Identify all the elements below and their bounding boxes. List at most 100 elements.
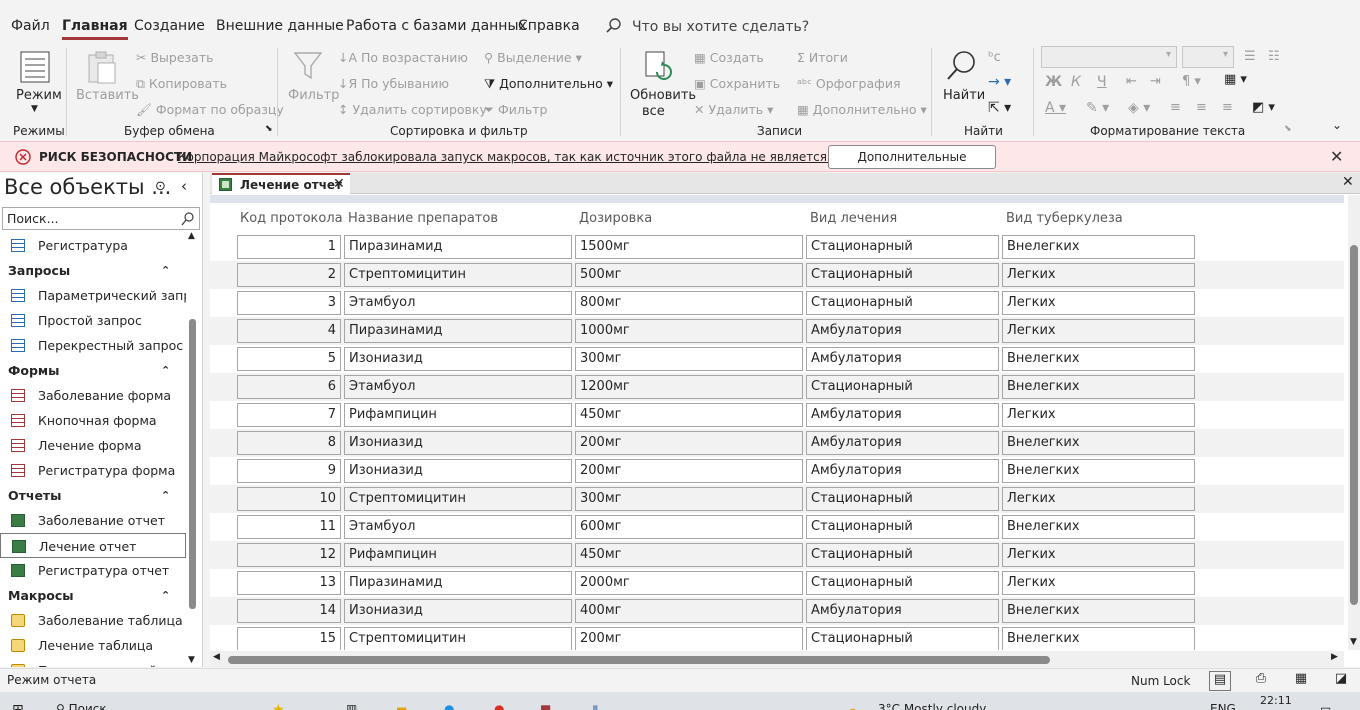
scroll-up-icon[interactable]: ▲ xyxy=(188,231,195,241)
report-cell[interactable]: 12 xyxy=(237,543,341,567)
nav-item-report[interactable]: Лечение отчет xyxy=(0,533,186,558)
numbering-icon[interactable]: ☷ xyxy=(1268,49,1280,64)
close-icon[interactable]: ✕ xyxy=(1330,147,1343,166)
report-cell[interactable]: Легких xyxy=(1002,543,1195,567)
report-cell[interactable]: 450мг xyxy=(575,403,803,427)
layout-view-icon[interactable]: ▦ xyxy=(1290,671,1312,691)
report-cell[interactable]: Внелегких xyxy=(1002,375,1195,399)
report-cell[interactable]: 1500мг xyxy=(575,235,803,259)
collapse-ribbon-icon[interactable]: ⌄ xyxy=(1332,118,1342,132)
nav-item-table[interactable]: Регистратура xyxy=(0,233,186,258)
font-size-dropdown[interactable]: ▾ xyxy=(1182,46,1234,68)
report-cell[interactable]: Стрептомицитин xyxy=(344,487,572,511)
nav-item-form[interactable]: Заболевание форма xyxy=(0,383,186,408)
report-cell[interactable]: Внелегких xyxy=(1002,599,1195,623)
report-cell[interactable]: Стационарный xyxy=(806,291,999,315)
report-cell[interactable]: Внелегких xyxy=(1002,627,1195,650)
report-cell[interactable]: Рифампицин xyxy=(344,403,572,427)
report-cell[interactable]: 400мг xyxy=(575,599,803,623)
advanced-filter-button[interactable]: ⧩ Дополнительно ▾ xyxy=(484,76,613,92)
report-cell[interactable]: Изониазид xyxy=(344,347,572,371)
find-button[interactable]: Найти xyxy=(940,48,985,122)
report-cell[interactable]: Пиразинамид xyxy=(344,571,572,595)
report-cell[interactable]: Стационарный xyxy=(806,487,999,511)
print-preview-icon[interactable]: ⎙ xyxy=(1250,671,1272,691)
vertical-scroll-thumb[interactable] xyxy=(1350,245,1358,605)
report-cell[interactable]: Легких xyxy=(1002,291,1195,315)
chevron-up-icon[interactable]: ⌃ xyxy=(161,483,170,508)
report-cell[interactable]: 1 xyxy=(237,235,341,259)
report-cell[interactable]: Изониазид xyxy=(344,431,572,455)
report-cell[interactable]: 11 xyxy=(237,515,341,539)
report-cell[interactable]: Стационарный xyxy=(806,235,999,259)
bold-button[interactable]: Ж xyxy=(1045,74,1062,90)
report-cell[interactable]: 300мг xyxy=(575,347,803,371)
scroll-down-icon[interactable]: ▼ xyxy=(188,655,195,665)
report-cell[interactable]: 6 xyxy=(237,375,341,399)
report-cell[interactable]: 200мг xyxy=(575,459,803,483)
nav-item-report[interactable]: Заболевание отчет xyxy=(0,508,186,533)
report-cell[interactable]: Стационарный xyxy=(806,515,999,539)
nav-item-crosstab[interactable]: Перекрестный запрос xyxy=(0,333,186,358)
menu-home[interactable]: Главная xyxy=(62,18,128,40)
app-icon[interactable]: ▮ xyxy=(592,702,599,710)
report-cell[interactable]: 10 xyxy=(237,487,341,511)
report-cell[interactable]: Этамбуол xyxy=(344,291,572,315)
report-horizontal-scrollbar[interactable]: ◀ ▶ xyxy=(210,651,1344,667)
nav-item-query[interactable]: Простой запрос xyxy=(0,308,186,333)
star-icon[interactable]: ★ xyxy=(272,702,285,710)
report-cell[interactable]: 600мг xyxy=(575,515,803,539)
new-record-button[interactable]: ▦ Создать xyxy=(694,50,764,65)
report-cell[interactable]: 450мг xyxy=(575,543,803,567)
report-cell[interactable]: 300мг xyxy=(575,487,803,511)
report-cell[interactable]: Изониазид xyxy=(344,459,572,483)
report-cell[interactable]: Изониазид xyxy=(344,599,572,623)
taskbar-search[interactable]: ⚲ Поиск xyxy=(56,702,107,710)
nav-dropdown-icon[interactable]: ⊙ xyxy=(155,179,166,194)
report-cell[interactable]: Рифампицин xyxy=(344,543,572,567)
report-cell[interactable]: Стационарный xyxy=(806,375,999,399)
sort-ascending-button[interactable]: ↓A По возрастанию xyxy=(338,50,468,65)
language-indicator[interactable]: ENG xyxy=(1210,702,1236,710)
report-cell[interactable]: Внелегких xyxy=(1002,347,1195,371)
nav-item-form[interactable]: Лечение форма xyxy=(0,433,186,458)
report-cell[interactable]: 1200мг xyxy=(575,375,803,399)
menu-database-tools[interactable]: Работа с базами данных xyxy=(346,18,527,34)
nav-category-header[interactable]: Макросы ⌃ xyxy=(0,583,186,608)
align-center-icon[interactable]: ≡ xyxy=(1196,100,1207,115)
report-cell[interactable]: 8 xyxy=(237,431,341,455)
access-app-icon[interactable]: ■ xyxy=(540,702,551,710)
report-cell[interactable]: Пиразинамид xyxy=(344,319,572,343)
report-cell[interactable]: Этамбуол xyxy=(344,375,572,399)
nav-item-macro[interactable]: Лечение таблица xyxy=(0,633,186,658)
chrome-icon[interactable]: ● xyxy=(494,702,504,710)
report-cell[interactable]: Этамбуол xyxy=(344,515,572,539)
totals-button[interactable]: Σ Итоги xyxy=(797,50,848,65)
dialog-launcher-icon[interactable]: ⬊ xyxy=(265,124,273,134)
filter-button[interactable]: Фильтр xyxy=(284,48,339,122)
chevron-up-icon[interactable]: ⌃ xyxy=(161,583,170,608)
nav-item-report[interactable]: Регистратура отчет xyxy=(0,558,186,583)
toggle-filter-button[interactable]: ⏷ Фильтр xyxy=(484,102,547,118)
report-view-icon[interactable]: ▤ xyxy=(1209,671,1231,691)
file-explorer-icon[interactable]: ▬ xyxy=(396,702,407,710)
nav-category-header[interactable]: Отчеты ⌃ xyxy=(0,483,186,508)
increase-indent-icon[interactable]: ⇥ xyxy=(1150,74,1161,89)
notifications-icon[interactable]: ▭ xyxy=(1320,702,1331,710)
font-color-icon[interactable]: A ▾ xyxy=(1045,100,1066,116)
nav-pane-title[interactable]: Все объекты ... xyxy=(4,175,171,199)
menu-external-data[interactable]: Внешние данные xyxy=(216,18,344,34)
nav-category-header[interactable]: Запросы ⌃ xyxy=(0,258,186,283)
chevron-up-icon[interactable]: ⌃ xyxy=(161,258,170,283)
report-cell[interactable]: 2 xyxy=(237,263,341,287)
font-name-dropdown[interactable]: ▾ xyxy=(1041,46,1177,68)
copy-button[interactable]: ⧉ Копировать xyxy=(136,76,227,92)
report-cell[interactable]: Пиразинамид xyxy=(344,235,572,259)
view-mode-button[interactable]: Режим ▼ xyxy=(12,48,62,122)
select-cursor-icon[interactable]: ⇱ ▾ xyxy=(988,100,1011,116)
report-cell[interactable]: Легких xyxy=(1002,263,1195,287)
menu-file[interactable]: Файл xyxy=(11,18,50,34)
nav-category-header[interactable]: Формы ⌃ xyxy=(0,358,186,383)
nav-search-input[interactable]: Поиск... xyxy=(2,207,200,230)
nav-item-form[interactable]: Кнопочная форма xyxy=(0,408,186,433)
